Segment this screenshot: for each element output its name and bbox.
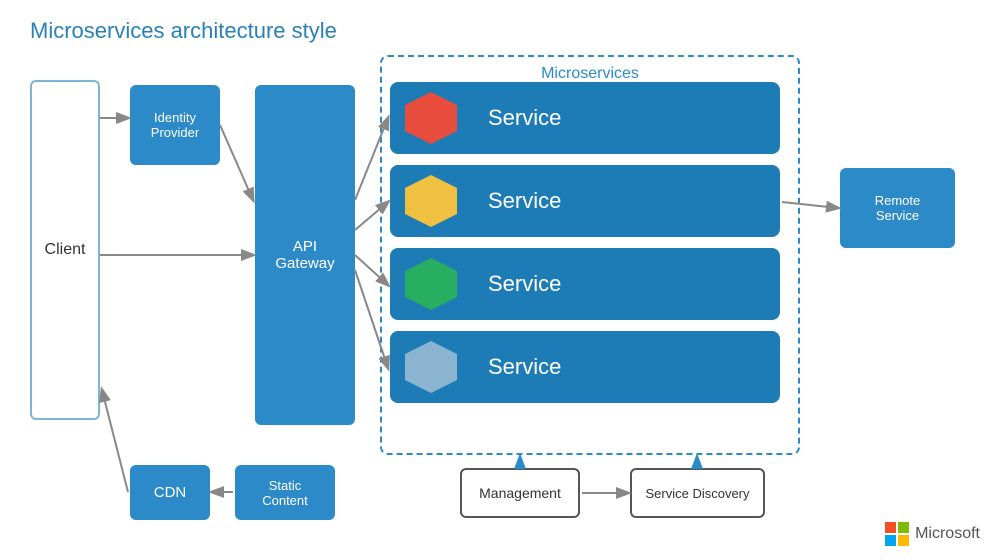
service-row-4: Service	[390, 331, 780, 403]
service-label-2: Service	[488, 188, 561, 214]
management-label: Management	[479, 485, 561, 501]
management-box: Management	[460, 468, 580, 518]
hex-bluegray	[405, 341, 457, 393]
microsoft-label: Microsoft	[915, 525, 980, 543]
hex-red	[405, 92, 457, 144]
api-gateway-label: APIGateway	[275, 238, 334, 272]
microsoft-squares	[885, 522, 909, 546]
identity-provider-label: IdentityProvider	[151, 110, 199, 140]
cdn-label: CDN	[154, 484, 187, 501]
service-row-3: Service	[390, 248, 780, 320]
ms-blue-square	[885, 535, 896, 546]
hex-bluegray-wrapper	[402, 338, 460, 396]
identity-provider-box: IdentityProvider	[130, 85, 220, 165]
service-discovery-label: Service Discovery	[645, 486, 749, 501]
hex-yellow	[405, 175, 457, 227]
remote-service-box: RemoteService	[840, 168, 955, 248]
microsoft-logo: Microsoft	[885, 522, 980, 546]
service-label-4: Service	[488, 354, 561, 380]
microservices-label: Microservices	[533, 65, 647, 83]
service-label-1: Service	[488, 105, 561, 131]
arrow-cdn-to-client	[102, 390, 128, 492]
service-discovery-box: Service Discovery	[630, 468, 765, 518]
service-row-1: Service	[390, 82, 780, 154]
hex-green	[405, 258, 457, 310]
hex-green-wrapper	[402, 255, 460, 313]
cdn-box: CDN	[130, 465, 210, 520]
api-gateway-box: APIGateway	[255, 85, 355, 425]
ms-green-square	[898, 522, 909, 533]
hex-yellow-wrapper	[402, 172, 460, 230]
remote-service-label: RemoteService	[875, 193, 921, 223]
static-content-label: StaticContent	[262, 478, 308, 508]
ms-red-square	[885, 522, 896, 533]
service-row-2: Service	[390, 165, 780, 237]
client-box: Client	[30, 80, 100, 420]
service-label-3: Service	[488, 271, 561, 297]
client-label: Client	[45, 241, 86, 259]
hex-red-wrapper	[402, 89, 460, 147]
page-title: Microservices architecture style	[30, 18, 337, 44]
static-content-box: StaticContent	[235, 465, 335, 520]
arrow-identity-to-gateway	[220, 125, 253, 200]
ms-yellow-square	[898, 535, 909, 546]
